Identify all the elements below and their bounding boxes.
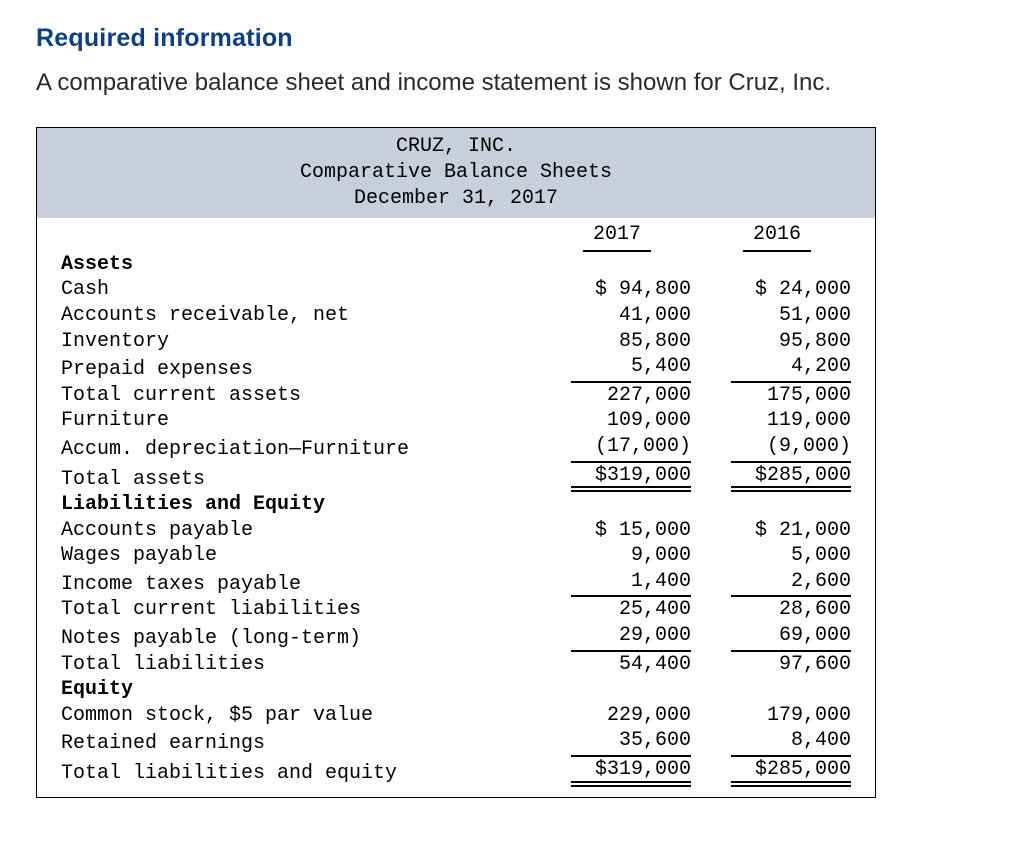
balance-sheet-table: CRUZ, INC. Comparative Balance Sheets De… [36,127,876,797]
sheet-title: Comparative Balance Sheets [37,160,875,186]
row-label: Notes payable (long-term) [61,626,537,652]
row-value-2017: 54,400 [571,652,691,678]
row-value-2016: 97,600 [731,652,851,678]
row-value-2017: 25,400 [571,597,691,623]
row-label: Total current liabilities [61,597,537,623]
row-label: Total current assets [61,383,537,409]
row-value-2016: 175,000 [731,383,851,409]
row-value-2017: 29,000 [571,623,691,652]
row-value-2017: 9,000 [571,543,691,569]
year-header-row: 2017 2016 [37,218,875,252]
year-2017: 2017 [583,218,651,252]
row-value-2016: $285,000 [731,463,851,493]
row-value-2016: $ 24,000 [731,277,851,303]
row-label: Prepaid expenses [61,357,537,383]
row-label: Inventory [61,329,537,355]
row-value-2017: 85,800 [571,329,691,355]
liab-eq-heading: Liabilities and Equity [61,492,537,518]
row-value-2017: $ 15,000 [571,518,691,544]
row-value-2016: $285,000 [731,757,851,787]
row-label: Accum. depreciation—Furniture [61,437,537,463]
section-heading: Required information [36,24,994,53]
intro-text: A comparative balance sheet and income s… [36,67,994,99]
table-row: Income taxes payable 1,400 2,600 [37,569,875,598]
row-value-2017: $ 94,800 [571,277,691,303]
row-value-2016: 51,000 [731,303,851,329]
row-label: Income taxes payable [61,572,537,598]
table-row: Prepaid expenses 5,400 4,200 [37,354,875,383]
year-2016: 2016 [743,218,811,252]
row-value-2017: (17,000) [571,434,691,463]
row-value-2017: 5,400 [571,354,691,383]
row-value-2016: 179,000 [731,703,851,729]
table-row: Furniture 109,000 119,000 [37,408,875,434]
row-label: Cash [61,277,537,303]
table-row: Retained earnings 35,600 8,400 [37,728,875,757]
row-value-2017: 1,400 [571,569,691,598]
sheet-header: CRUZ, INC. Comparative Balance Sheets De… [37,128,875,218]
table-row: Accum. depreciation—Furniture (17,000) (… [37,434,875,463]
row-value-2016: 4,200 [731,354,851,383]
row-value-2017: 229,000 [571,703,691,729]
row-label: Total assets [61,467,537,493]
equity-heading: Equity [61,677,537,703]
table-row: Total current assets 227,000 175,000 [37,383,875,409]
table-row: Accounts payable $ 15,000 $ 21,000 [37,518,875,544]
row-value-2016: 119,000 [731,408,851,434]
table-row: Total liabilities 54,400 97,600 [37,652,875,678]
table-row: Total assets $319,000 $285,000 [37,463,875,493]
table-row: Wages payable 9,000 5,000 [37,543,875,569]
row-value-2016: 8,400 [731,728,851,757]
row-value-2016: 95,800 [731,329,851,355]
row-value-2017: 35,600 [571,728,691,757]
table-row: Accounts receivable, net 41,000 51,000 [37,303,875,329]
row-value-2016: 69,000 [731,623,851,652]
row-label: Total liabilities and equity [61,761,537,787]
row-label: Retained earnings [61,731,537,757]
row-value-2016: 5,000 [731,543,851,569]
row-label: Wages payable [61,543,537,569]
company-name: CRUZ, INC. [37,134,875,160]
row-value-2016: 2,600 [731,569,851,598]
row-value-2017: 227,000 [571,383,691,409]
table-row: Cash $ 94,800 $ 24,000 [37,277,875,303]
assets-heading: Assets [61,252,537,278]
row-label: Accounts payable [61,518,537,544]
row-label: Accounts receivable, net [61,303,537,329]
sheet-date: December 31, 2017 [37,186,875,212]
row-value-2016: 28,600 [731,597,851,623]
row-value-2017: 41,000 [571,303,691,329]
table-row: Notes payable (long-term) 29,000 69,000 [37,623,875,652]
table-row: Common stock, $5 par value 229,000 179,0… [37,703,875,729]
row-value-2017: $319,000 [571,463,691,493]
table-row: Inventory 85,800 95,800 [37,329,875,355]
row-value-2017: $319,000 [571,757,691,787]
row-value-2016: (9,000) [731,434,851,463]
row-value-2017: 109,000 [571,408,691,434]
row-label: Common stock, $5 par value [61,703,537,729]
row-value-2016: $ 21,000 [731,518,851,544]
table-row: Total current liabilities 25,400 28,600 [37,597,875,623]
table-row: Total liabilities and equity $319,000 $2… [37,757,875,797]
row-label: Total liabilities [61,652,537,678]
row-label: Furniture [61,408,537,434]
